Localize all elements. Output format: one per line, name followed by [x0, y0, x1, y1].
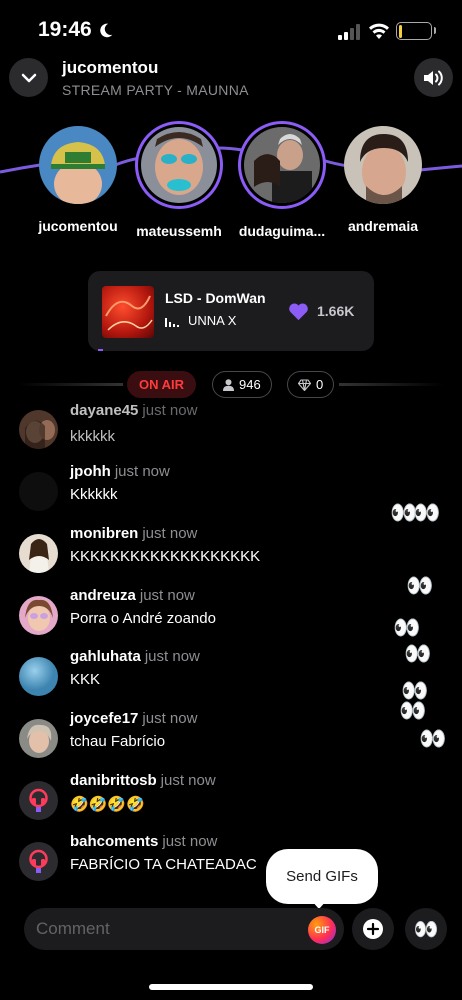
plus-circle-icon — [363, 919, 383, 939]
heart-icon[interactable] — [288, 302, 309, 321]
avatar — [39, 126, 117, 204]
battery-cap — [434, 27, 436, 34]
chat-text: FABRÍCIO TA CHATEADAC — [70, 856, 257, 873]
moon-icon — [100, 23, 113, 38]
avatar — [19, 472, 58, 511]
participant-jucomentou[interactable]: jucomentou — [23, 120, 133, 234]
eyes-reaction-button[interactable]: 👀 — [405, 908, 447, 950]
eyes-reaction: 👀 — [413, 500, 441, 525]
chat-text: kkkkkk — [70, 428, 115, 445]
chat-time: just now — [142, 710, 198, 727]
chat-time: just now — [139, 587, 195, 604]
listeners-badge[interactable]: 946 — [212, 371, 272, 398]
chat-username[interactable]: joycefe17 — [70, 710, 138, 727]
chat-text: 🤣🤣🤣🤣 — [70, 796, 145, 813]
chat-time: just now — [114, 463, 170, 480]
avatar — [19, 842, 58, 881]
diamond-icon — [298, 378, 311, 391]
collapse-button[interactable] — [9, 58, 48, 97]
participant-name: dudaguima... — [238, 223, 326, 239]
divider — [18, 383, 123, 386]
page-subtitle: STREAM PARTY - MAUNNA — [62, 82, 249, 98]
participant-name: mateussemh — [136, 223, 222, 239]
avatar — [19, 719, 58, 758]
diamonds-count: 0 — [316, 377, 324, 392]
comment-box: GIF — [24, 908, 344, 950]
page-title: jucomentou — [62, 58, 159, 77]
chat-text: Kkkkkk — [70, 486, 118, 503]
gif-tooltip[interactable]: Send GIFs — [266, 849, 378, 904]
chat-time: just now — [144, 648, 200, 665]
chat-username[interactable]: andreuza — [70, 587, 136, 604]
wifi-icon — [369, 23, 389, 39]
avatar — [238, 121, 326, 209]
avatar — [135, 121, 223, 209]
eyes-reaction: 👀 — [419, 726, 447, 751]
participants-row: jucomentou mateussemh dudaguima... andre… — [0, 120, 462, 250]
chat-username[interactable]: monibren — [70, 525, 138, 542]
likes-count: 1.66K — [317, 303, 355, 319]
playback-progress — [98, 349, 364, 351]
battery-level: 10 — [406, 23, 421, 38]
participant-mateussemh[interactable]: mateussemh — [124, 120, 234, 239]
person-icon — [223, 378, 234, 391]
participant-name: andremaia — [347, 218, 419, 234]
eyes-reaction: 👀 — [393, 615, 421, 640]
sound-button[interactable] — [414, 58, 453, 97]
album-art — [102, 286, 154, 338]
diamonds-badge[interactable]: 0 — [287, 371, 335, 398]
chat-text: KKK — [70, 671, 101, 688]
eyes-reaction: 👀 — [406, 573, 434, 598]
avatar — [19, 781, 58, 820]
avatar — [19, 657, 58, 696]
comment-input[interactable] — [36, 908, 296, 950]
speaker-icon — [423, 70, 443, 85]
chat-feed[interactable]: dayane45 just now kkkkkk jpohh just now Kk… — [0, 400, 462, 890]
eyes-reaction: 👀 — [404, 641, 432, 666]
participant-name: jucomentou — [38, 218, 118, 234]
chat-username[interactable]: bahcoments — [70, 833, 158, 850]
chat-username[interactable]: danibrittosb — [70, 772, 157, 789]
avatar — [19, 596, 58, 635]
chat-username[interactable]: dayane45 — [70, 402, 138, 419]
chat-text: KKKKKKKKKKKKKKKKKKK — [70, 548, 261, 565]
listeners-count: 946 — [239, 377, 261, 392]
home-indicator — [149, 984, 313, 990]
chat-username[interactable]: gahluhata — [70, 648, 141, 665]
chat-time: just now — [142, 402, 198, 419]
status-bar: 19:46 10 — [0, 0, 462, 58]
avatar — [19, 410, 58, 449]
chevron-down-icon — [21, 73, 36, 82]
avatar — [344, 126, 422, 204]
chat-username[interactable]: jpohh — [70, 463, 111, 480]
equalizer-icon — [165, 318, 179, 327]
chat-text: tchau Fabrício — [70, 733, 166, 750]
chat-text: Porra o André zoando — [70, 610, 216, 627]
divider — [339, 383, 444, 386]
avatar — [19, 534, 58, 573]
chat-time: just now — [162, 833, 218, 850]
participant-dudaguima[interactable]: dudaguima... — [227, 120, 337, 239]
track-title: LSD - DomWan — [165, 290, 266, 306]
participant-andremaia[interactable]: andremaia — [328, 120, 438, 234]
gif-button[interactable]: GIF — [308, 916, 336, 944]
battery-icon: 10 — [396, 22, 432, 40]
track-artist: UNNA X — [188, 313, 237, 328]
eyes-reaction: 👀 — [399, 698, 427, 723]
signal-icon — [338, 24, 360, 40]
on-air-badge: ON AIR — [127, 371, 197, 398]
status-time: 19:46 — [38, 18, 92, 41]
chat-time: just now — [160, 772, 216, 789]
chat-time: just now — [142, 525, 198, 542]
now-playing-card[interactable]: LSD - DomWan UNNA X 1.66K — [88, 271, 374, 351]
add-button[interactable] — [352, 908, 394, 950]
